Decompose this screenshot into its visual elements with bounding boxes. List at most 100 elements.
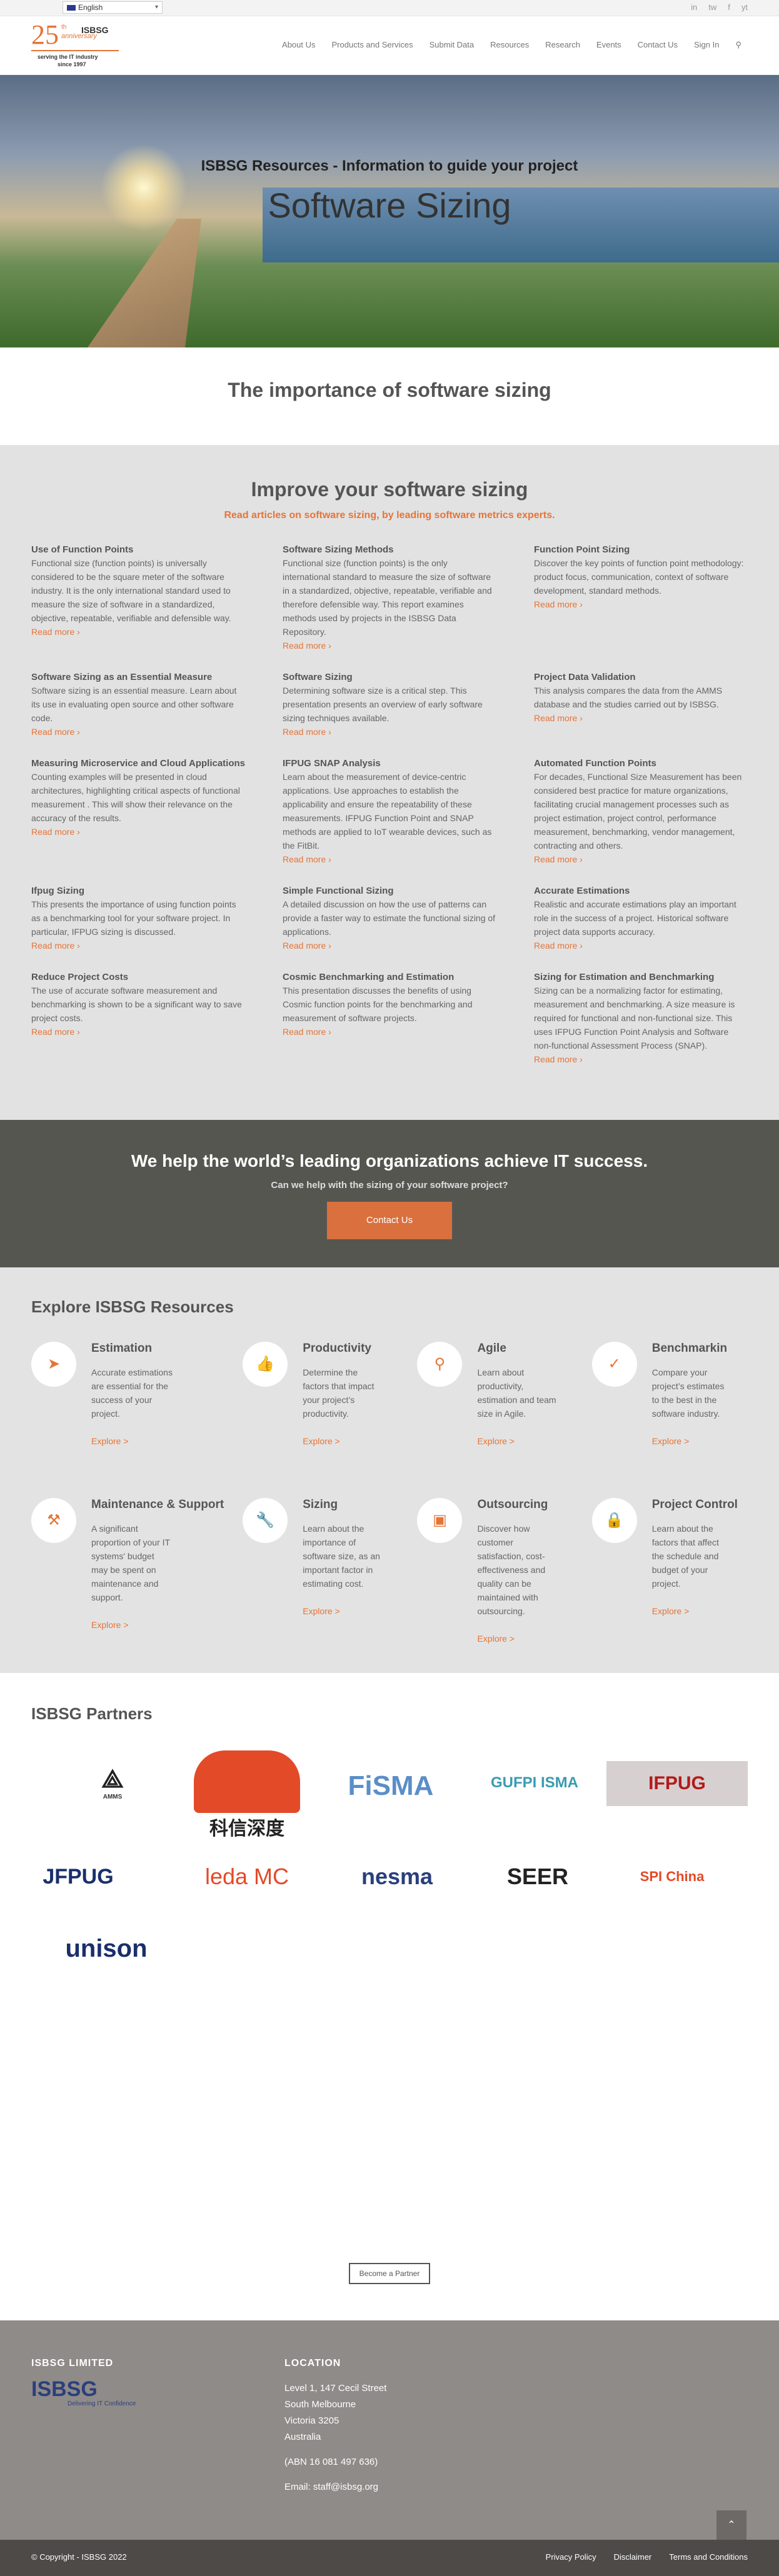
read-more-link[interactable]: Read more ›	[283, 939, 496, 952]
partner-logo-kexin[interactable]: 科信深度	[191, 1749, 303, 1842]
partner-logo-leda[interactable]: leda MC	[191, 1858, 303, 1895]
article-title[interactable]: Software Sizing Methods	[283, 544, 496, 556]
resource-title[interactable]: Productivity	[303, 1342, 398, 1355]
read-more-link[interactable]: Read more ›	[283, 639, 496, 652]
article-title[interactable]: Automated Function Points	[534, 757, 748, 770]
resource-card: ⚲ Agile Learn about productivity, estimati…	[417, 1342, 573, 1498]
read-more-link[interactable]: Read more ›	[283, 852, 496, 866]
partner-logo-seer[interactable]: SEER	[475, 1855, 600, 1899]
facebook-icon[interactable]: f	[728, 2, 730, 12]
read-more-link[interactable]: Read more ›	[283, 725, 496, 739]
nav-about-us[interactable]: About Us	[282, 40, 315, 50]
partner-logo-fisma[interactable]: FiSMA	[325, 1767, 456, 1805]
terms-link[interactable]: Terms and Conditions	[669, 2552, 748, 2562]
youtube-icon[interactable]: yt	[741, 2, 748, 12]
logo-underline	[31, 50, 119, 51]
partner-logo-unison[interactable]: unison	[31, 1924, 181, 1974]
article-card: Accurate Estimations Realistic and accura…	[534, 885, 748, 952]
briefcase-icon[interactable]: ▣	[417, 1498, 463, 1543]
resource-title[interactable]: Sizing	[303, 1498, 398, 1512]
article-title[interactable]: Ifpug Sizing	[31, 885, 245, 897]
footer-email[interactable]: Email: staff@isbsg.org	[284, 2479, 386, 2495]
read-more-label: Read more	[31, 1027, 75, 1037]
address-line: South Melbourne	[284, 2399, 356, 2410]
read-more-link[interactable]: Read more ›	[31, 1025, 245, 1039]
search-icon[interactable]: ⚲	[735, 40, 741, 50]
partner-logo-nesma[interactable]: nesma	[325, 1855, 469, 1899]
read-more-link[interactable]: Read more ›	[534, 852, 748, 866]
nav-submit-data[interactable]: Submit Data	[430, 40, 475, 50]
explore-link[interactable]: Explore >	[652, 1604, 748, 1618]
contact-us-button[interactable]: Contact Us	[327, 1202, 452, 1239]
navigation-arrow-icon[interactable]: ➤	[31, 1342, 76, 1387]
partner-logos: ⟁ AMMS 科信深度 FiSMA GUFPI ISMA IFPUG JFPUG …	[31, 1749, 748, 2011]
linkedin-icon[interactable]: in	[691, 2, 697, 12]
wrench-icon[interactable]: 🔧	[243, 1498, 288, 1543]
explore-link[interactable]: Explore >	[303, 1434, 398, 1448]
privacy-policy-link[interactable]: Privacy Policy	[546, 2552, 596, 2562]
article-card: Software Sizing as an Essential Measure S…	[31, 671, 245, 739]
partner-logo-spi-china[interactable]: SPI China	[606, 1852, 738, 1902]
article-title[interactable]: Simple Functional Sizing	[283, 885, 496, 897]
resource-title[interactable]: Outsourcing	[477, 1498, 573, 1512]
read-more-link[interactable]: Read more ›	[534, 1052, 748, 1066]
explore-link[interactable]: Explore >	[91, 1434, 224, 1448]
article-title[interactable]: Use of Function Points	[31, 544, 245, 556]
nav-resources[interactable]: Resources	[490, 40, 529, 50]
checkmark-icon[interactable]: ✓	[591, 1342, 637, 1387]
nav-sign-in[interactable]: Sign In	[694, 40, 719, 50]
resource-title[interactable]: Benchmarkin	[652, 1342, 748, 1355]
article-title[interactable]: Accurate Estimations	[534, 885, 748, 897]
search-icon[interactable]: ⚲	[417, 1342, 463, 1387]
resource-title[interactable]: Maintenance & Support	[91, 1498, 224, 1512]
article-title[interactable]: Cosmic Benchmarking and Estimation	[283, 971, 496, 984]
explore-link[interactable]: Explore >	[477, 1434, 573, 1448]
partner-logo-jfpug[interactable]: JFPUG	[31, 1855, 125, 1899]
article-title[interactable]: Software Sizing	[283, 671, 496, 684]
disclaimer-link[interactable]: Disclaimer	[614, 2552, 652, 2562]
read-more-link[interactable]: Read more ›	[534, 597, 748, 611]
twitter-icon[interactable]: tw	[708, 2, 716, 12]
resource-card: ⚒ Maintenance & Support A significant prop…	[31, 1498, 224, 1654]
article-title[interactable]: Measuring Microservice and Cloud Applica…	[31, 757, 245, 770]
read-more-label: Read more	[283, 941, 326, 951]
become-partner-button[interactable]: Become a Partner	[349, 2263, 430, 2284]
tools-icon[interactable]: ⚒	[31, 1498, 76, 1543]
partner-logo-gufpi[interactable]: GUFPI ISMA	[481, 1761, 588, 1805]
read-more-link[interactable]: Read more ›	[534, 939, 748, 952]
partner-logo-ifpug[interactable]: IFPUG	[606, 1761, 748, 1806]
resource-text: Compare your project’s estimates to the …	[651, 1367, 725, 1419]
footer-abn: (ABN 16 081 497 636)	[284, 2457, 378, 2467]
article-title[interactable]: Software Sizing as an Essential Measure	[31, 671, 245, 684]
read-more-link[interactable]: Read more ›	[31, 625, 245, 639]
resource-title[interactable]: Project Control	[652, 1498, 748, 1512]
article-title[interactable]: IFPUG SNAP Analysis	[283, 757, 496, 770]
explore-link[interactable]: Explore >	[303, 1604, 398, 1618]
nav-contact-us[interactable]: Contact Us	[638, 40, 678, 50]
partner-logo-amms[interactable]: ⟁ AMMS	[75, 1749, 150, 1817]
nav-events[interactable]: Events	[596, 40, 621, 50]
explore-link[interactable]: Explore >	[477, 1632, 573, 1645]
thumbs-up-icon[interactable]: 👍	[243, 1342, 288, 1387]
footer-logo[interactable]: ISBSG	[31, 2378, 136, 2400]
resource-title[interactable]: Estimation	[91, 1342, 224, 1355]
article-title[interactable]: Sizing for Estimation and Benchmarking	[534, 971, 748, 984]
nav-products-services[interactable]: Products and Services	[332, 40, 413, 50]
read-more-link[interactable]: Read more ›	[534, 711, 748, 725]
scroll-to-top-icon[interactable]: ⌃	[716, 2510, 746, 2540]
isbsg-logo[interactable]: 25 th anniversary ISBSG serving the IT i…	[31, 21, 125, 71]
lock-icon[interactable]: 🔒	[591, 1498, 637, 1543]
footer-company-heading: ISBSG LIMITED	[31, 2358, 114, 2369]
read-more-link[interactable]: Read more ›	[283, 1025, 496, 1039]
article-title[interactable]: Reduce Project Costs	[31, 971, 245, 984]
language-selector[interactable]: English ▾	[63, 1, 163, 14]
read-more-link[interactable]: Read more ›	[31, 825, 245, 839]
article-title[interactable]: Function Point Sizing	[534, 544, 748, 556]
explore-link[interactable]: Explore >	[652, 1434, 748, 1448]
explore-link[interactable]: Explore >	[91, 1618, 224, 1632]
nav-research[interactable]: Research	[545, 40, 580, 50]
read-more-link[interactable]: Read more ›	[31, 939, 245, 952]
article-title[interactable]: Project Data Validation	[534, 671, 748, 684]
read-more-link[interactable]: Read more ›	[31, 725, 245, 739]
resource-title[interactable]: Agile	[477, 1342, 573, 1355]
